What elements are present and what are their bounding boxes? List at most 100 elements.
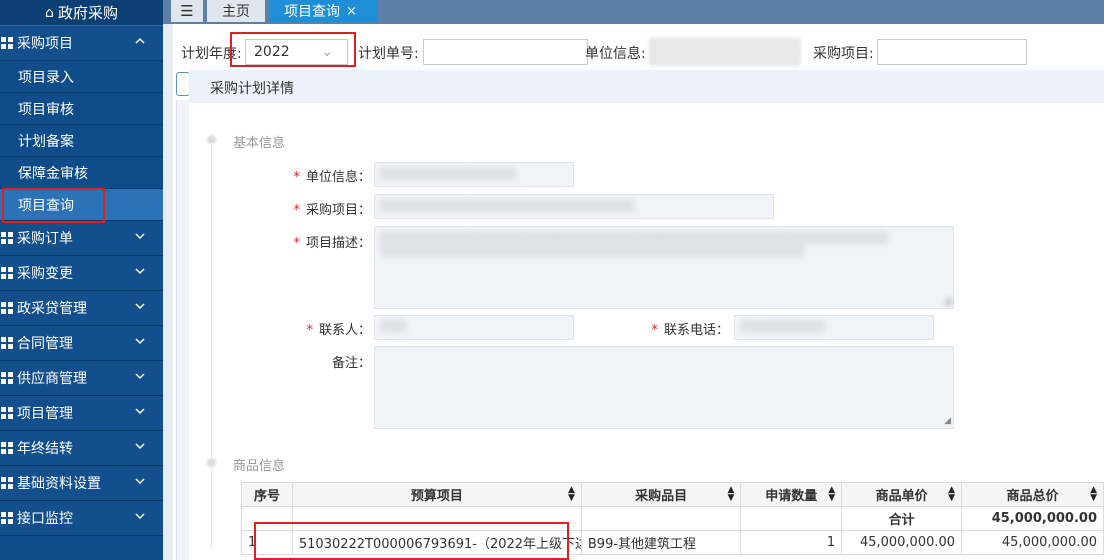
sidebar-group-orders[interactable]: 采购订单: [0, 221, 163, 256]
unit-input[interactable]: [650, 39, 800, 65]
grid-icon: [1, 37, 13, 49]
sidebar-group-interface-monitor[interactable]: 接口监控: [0, 501, 163, 536]
sidebar-group-procurement-project[interactable]: 采购项目: [0, 26, 163, 61]
chevron-down-icon: [135, 233, 145, 240]
project-field[interactable]: ░░░░░░░░░░░░░░░░░░░░░░░░░░░░░░: [374, 194, 774, 219]
content-gutter: [163, 0, 173, 560]
sidebar-group-label: 采购变更: [17, 266, 73, 282]
tab-label: 项目查询: [284, 4, 340, 20]
timeline-dot: [206, 134, 217, 145]
sidebar-item-project-entry[interactable]: 项目录入: [0, 61, 163, 93]
summary-label: 合计: [841, 506, 963, 531]
sidebar-group-changes[interactable]: 采购变更: [0, 256, 163, 291]
highlight-year-select: [230, 32, 356, 67]
required-mark: *: [306, 323, 313, 338]
sidebar-group-label: 供应商管理: [17, 371, 87, 387]
sort-icon[interactable]: ▲ ▼: [828, 486, 835, 503]
field-label-contact: * 联系人：: [306, 323, 371, 338]
field-label-unit: * 单位信息：: [293, 170, 371, 185]
cell-total: 45,000,000.00: [961, 530, 1104, 555]
field-label-desc: * 项目描述：: [293, 236, 371, 251]
close-icon[interactable]: ×: [346, 4, 357, 19]
chevron-down-icon: [135, 373, 145, 380]
sidebar-item-deposit-review[interactable]: 保障金审核: [0, 157, 163, 189]
sidebar: ⌂ 政府采购 采购项目 项目录入 项目审核 计划备案 保障金审核 项目查询 采购…: [0, 0, 163, 560]
background-list: [173, 72, 190, 560]
project-label: 采购项目:: [813, 46, 874, 62]
background-button[interactable]: [176, 72, 190, 96]
contact-field[interactable]: ░░░: [374, 315, 574, 340]
grid-icon: [1, 267, 13, 279]
tab-home[interactable]: 主页: [207, 0, 265, 22]
field-label-remark: 备注：: [331, 356, 371, 371]
grid-icon: [1, 512, 13, 524]
chevron-down-icon: [135, 443, 145, 450]
unit-label: 单位信息:: [585, 46, 646, 62]
sidebar-group-label: 政采贷管理: [17, 301, 87, 317]
sidebar-group-label: 采购项目: [17, 36, 73, 52]
sidebar-group-label: 项目管理: [17, 406, 73, 422]
resize-handle-icon[interactable]: ◢: [944, 417, 951, 426]
highlight-budget-cell: [254, 522, 569, 560]
sort-icon[interactable]: ▲ ▼: [728, 486, 735, 503]
chevron-down-icon: [135, 268, 145, 275]
plan-no-input[interactable]: [423, 39, 588, 65]
col-header-item[interactable]: 采购品目 ▲ ▼: [580, 482, 742, 507]
sort-icon[interactable]: ▲ ▼: [948, 486, 955, 503]
section-basic-info: 基本信息: [233, 136, 286, 151]
phone-field[interactable]: ░░░░░░░░░░: [734, 315, 934, 340]
col-header-price[interactable]: 商品单价 ▲ ▼: [841, 482, 963, 507]
grid-icon: [1, 302, 13, 314]
grid-icon: [1, 372, 13, 384]
chevron-down-icon: [135, 338, 145, 345]
col-header-total[interactable]: 商品总价 ▲ ▼: [961, 482, 1104, 507]
highlight-project-query: [2, 188, 105, 223]
tab-project-query[interactable]: 项目查询 ×: [270, 0, 377, 22]
sidebar-group-label: 基础资料设置: [17, 476, 101, 492]
sidebar-item-project-review[interactable]: 项目审核: [0, 93, 163, 125]
sidebar-group-label: 合同管理: [17, 336, 73, 352]
section-goods-info: 商品信息: [233, 459, 286, 474]
project-input[interactable]: [877, 39, 1027, 65]
chevron-up-icon: [135, 37, 145, 44]
chevron-down-icon: [135, 478, 145, 485]
field-label-phone: * 联系电话：: [651, 323, 729, 338]
dialog-title: 采购计划详情: [189, 70, 1104, 103]
sidebar-group-base-settings[interactable]: 基础资料设置: [0, 466, 163, 501]
cell-price: 45,000,000.00: [841, 530, 963, 555]
menu-toggle-icon[interactable]: ☰: [171, 0, 203, 22]
required-mark: *: [293, 236, 300, 251]
chevron-down-icon: [135, 408, 145, 415]
sidebar-group-suppliers[interactable]: 供应商管理: [0, 361, 163, 396]
grid-icon: [1, 442, 13, 454]
chevron-down-icon: [135, 513, 145, 520]
table-header-row: 序号 预算项目 ▲ ▼ 采购品目 ▲ ▼ 申请数量 ▲ ▼ 商品单价 ▲ ▼ 商品总价 ▲ ▼: [241, 482, 1104, 507]
timeline-line: [211, 138, 212, 548]
required-mark: *: [651, 323, 658, 338]
unit-field[interactable]: ░░░░░░░░░░░░░░░░: [374, 162, 574, 187]
sort-icon[interactable]: ▲ ▼: [568, 486, 575, 503]
app-title: 政府采购: [57, 4, 118, 22]
cell-qty: 1: [740, 530, 843, 555]
sidebar-item-plan-filing[interactable]: 计划备案: [0, 125, 163, 157]
sidebar-group-loans[interactable]: 政采贷管理: [0, 291, 163, 326]
grid-icon: [1, 407, 13, 419]
required-mark: *: [293, 203, 300, 218]
resize-handle-icon[interactable]: ◢: [944, 297, 951, 306]
remark-textarea[interactable]: ◢: [374, 346, 954, 429]
col-header-qty[interactable]: 申请数量 ▲ ▼: [740, 482, 843, 507]
background-table: [176, 100, 190, 560]
desc-textarea[interactable]: ░░░░░░░░░░░░░░░░░░░░░░░░░░░░░░░░░░░░░░░░…: [374, 226, 954, 309]
sidebar-group-label: 采购订单: [17, 231, 73, 247]
field-label-project: * 采购项目：: [293, 203, 371, 218]
grid-icon: [1, 337, 13, 349]
sidebar-group-project-mgmt[interactable]: 项目管理: [0, 396, 163, 431]
plan-no-label: 计划单号:: [358, 46, 419, 62]
sidebar-group-year-end[interactable]: 年终结转: [0, 431, 163, 466]
sidebar-group-contracts[interactable]: 合同管理: [0, 326, 163, 361]
app-logo[interactable]: ⌂ 政府采购: [0, 0, 163, 26]
col-header-no[interactable]: 序号: [241, 482, 293, 507]
sort-icon[interactable]: ▲ ▼: [1090, 486, 1097, 503]
grid-icon: [1, 477, 13, 489]
col-header-budget[interactable]: 预算项目 ▲ ▼: [291, 482, 582, 507]
